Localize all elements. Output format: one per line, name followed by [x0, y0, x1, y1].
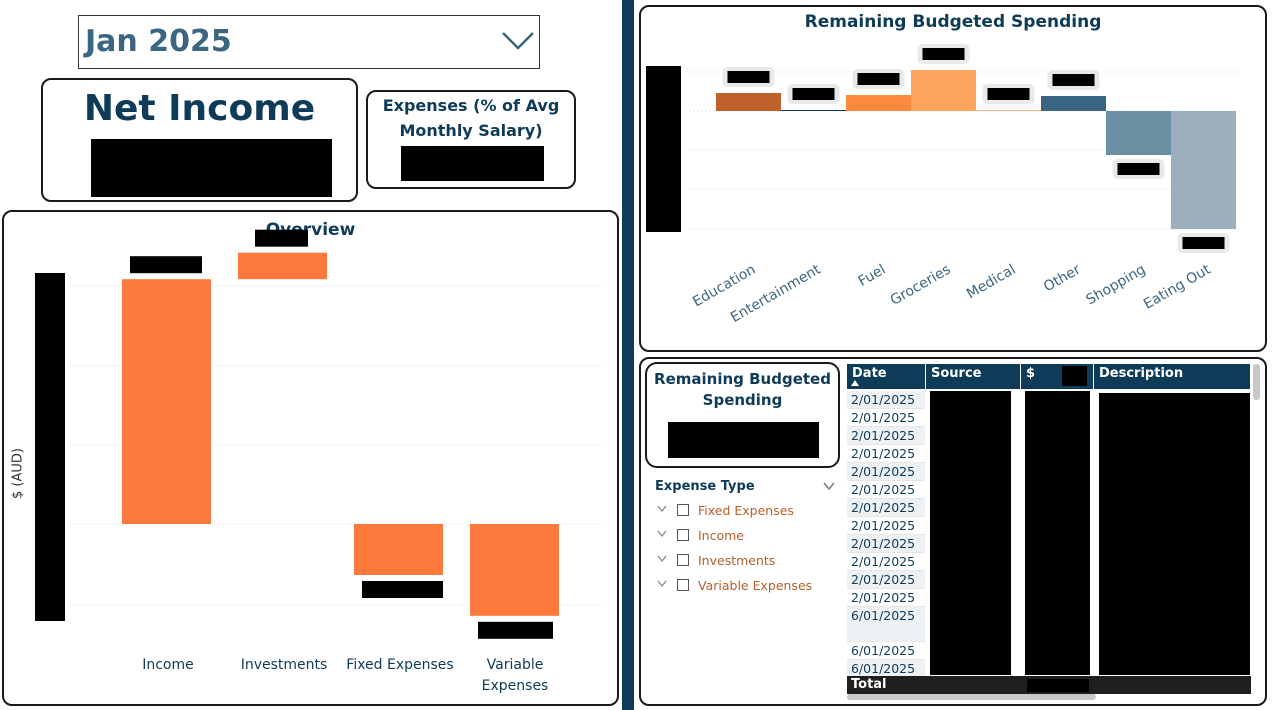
slicer-item-label: Income [698, 528, 744, 543]
amount-header-redacted [1062, 366, 1087, 386]
column-header-source-label: Source [931, 366, 982, 381]
remaining-card: Remaining Budgeted Spending [645, 362, 840, 468]
budget-bar[interactable] [911, 70, 976, 111]
column-header-date-label: Date [852, 366, 887, 381]
budget-data-label-redacted [1182, 237, 1225, 249]
budget-data-label-redacted [922, 48, 965, 60]
remaining-value-redacted [668, 422, 819, 458]
budget-data-label-redacted [1117, 163, 1160, 175]
slicer-item-label: Fixed Expenses [698, 503, 794, 518]
expand-chevron-icon[interactable] [657, 530, 667, 538]
budget-bar[interactable] [1106, 111, 1171, 155]
column-header-date[interactable]: Date [847, 364, 926, 389]
overview-category-label: Income [142, 657, 194, 673]
table-row-date: 6/01/2025 [847, 607, 925, 642]
table-row-date: 2/01/2025 [847, 427, 925, 445]
overview-data-label-redacted [478, 621, 553, 639]
slicer-item-label: Variable Expenses [698, 578, 813, 593]
budget-category-label: Medical [964, 262, 1018, 303]
checkbox[interactable] [677, 554, 689, 566]
budget-data-label-redacted [857, 73, 900, 85]
overview-category-label: Expenses [482, 678, 549, 694]
sort-ascending-icon [851, 380, 859, 386]
overview-ylabel-wrap: $ (AUD) [6, 430, 32, 520]
table-row-date: 2/01/2025 [847, 517, 925, 535]
table-row-date: 6/01/2025 [847, 642, 925, 660]
slicer-collapse-icon[interactable] [823, 482, 835, 491]
overview-data-label-redacted [362, 581, 443, 598]
table-row-date: 2/01/2025 [847, 481, 925, 499]
overview-category-label: Investments [241, 657, 328, 673]
overview-category-label: Fixed Expenses [346, 657, 453, 673]
checkbox[interactable] [677, 504, 689, 516]
overview-bar[interactable] [354, 524, 443, 575]
budget-category-label: Eating Out [1141, 261, 1214, 312]
checkbox[interactable] [677, 529, 689, 541]
table-row-date: 2/01/2025 [847, 445, 925, 463]
table-row-date: 2/01/2025 [847, 463, 925, 481]
remaining-title-line2: Spending [702, 391, 783, 409]
total-amount-redacted [1027, 679, 1089, 692]
expand-chevron-icon[interactable] [657, 555, 667, 563]
description-column-redacted [1099, 393, 1250, 675]
table-row-date: 2/01/2025 [847, 571, 925, 589]
expand-chevron-icon[interactable] [657, 505, 667, 513]
budget-bar[interactable] [846, 95, 911, 111]
table-row-date: 2/01/2025 [847, 391, 925, 409]
column-header-source[interactable]: Source [926, 364, 1021, 389]
table-total-label: Total [851, 677, 887, 692]
column-header-amount-label: $ [1026, 366, 1036, 381]
budget-bar[interactable] [716, 93, 781, 111]
budget-bar[interactable] [781, 110, 846, 111]
budget-data-label-redacted [1052, 74, 1095, 86]
budget-category-label: Other [1041, 261, 1084, 295]
expense-type-slicer-title: Expense Type [655, 479, 755, 494]
table-row-date: 2/01/2025 [847, 409, 925, 427]
budget-yaxis-redacted [646, 66, 681, 232]
budget-bar[interactable] [976, 110, 1041, 111]
checkbox[interactable] [677, 579, 689, 591]
vertical-scrollbar-thumb[interactable] [1253, 364, 1260, 400]
budget-data-label-redacted [987, 88, 1030, 100]
budget-bar[interactable] [1041, 96, 1106, 111]
slicer-item-label: Investments [698, 553, 776, 568]
expand-chevron-icon[interactable] [657, 580, 667, 588]
budget-category-label: Shopping [1084, 262, 1149, 309]
budget-category-label: Fuel [856, 262, 889, 290]
budget-bar[interactable] [1171, 111, 1236, 229]
table-row-date: 2/01/2025 [847, 589, 925, 607]
table-row-date: 2/01/2025 [847, 535, 925, 553]
budget-data-label-redacted [792, 88, 835, 100]
table-row-date: 2/01/2025 [847, 553, 925, 571]
source-column-redacted [930, 391, 1011, 675]
table-row-date: 2/01/2025 [847, 499, 925, 517]
budget-chart: EducationEntertainment Fuel Groceries Medic… [690, 44, 1240, 326]
remaining-title-line1: Remaining Budgeted [654, 370, 831, 388]
horizontal-scrollbar-thumb[interactable] [847, 694, 1096, 700]
column-header-description-label: Description [1099, 366, 1184, 381]
budget-data-label-redacted [727, 71, 770, 83]
column-header-description[interactable]: Description [1094, 364, 1251, 389]
overview-category-label: Variable [487, 657, 544, 673]
overview-bar[interactable] [470, 524, 559, 616]
overview-ylabel: $ (AUD) [10, 448, 26, 499]
budget-category-label: Groceries [888, 262, 954, 309]
column-header-amount[interactable]: $ [1021, 364, 1094, 389]
amount-column-redacted [1025, 391, 1090, 675]
